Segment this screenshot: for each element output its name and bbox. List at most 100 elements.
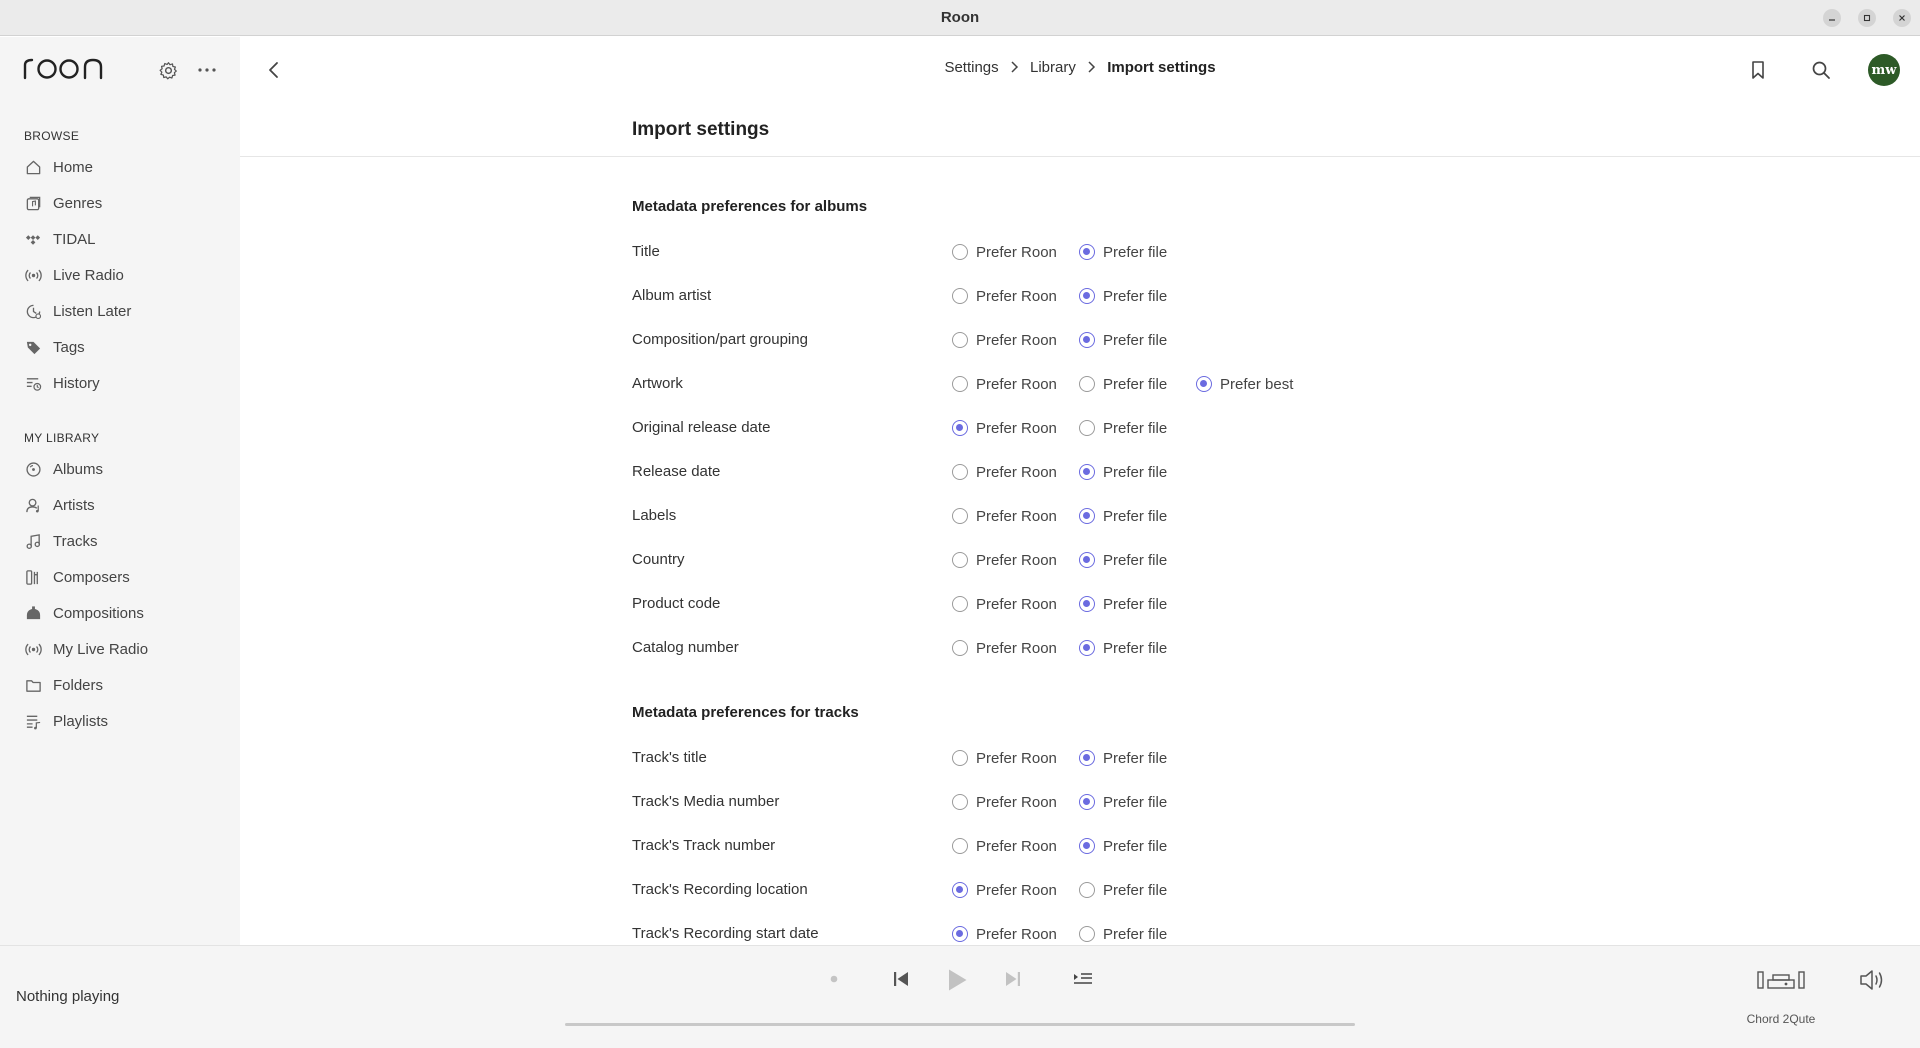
radio-option[interactable]: Prefer Roon (952, 417, 1057, 439)
radio-option[interactable]: Prefer file (1079, 461, 1167, 483)
radio-option[interactable]: Prefer file (1079, 637, 1167, 659)
radio-unselected-icon[interactable] (1079, 376, 1095, 392)
radio-option-label: Prefer best (1220, 375, 1294, 393)
radio-option[interactable]: Prefer Roon (952, 373, 1057, 395)
radio-option[interactable]: Prefer file (1079, 373, 1167, 395)
radio-unselected-icon[interactable] (952, 508, 968, 524)
radio-selected-icon[interactable] (1196, 376, 1212, 392)
radio-unselected-icon[interactable] (1079, 420, 1095, 436)
radio-selected-icon[interactable] (1079, 552, 1095, 568)
radio-selected-icon[interactable] (1079, 332, 1095, 348)
radio-option[interactable]: Prefer file (1079, 505, 1167, 527)
breadcrumb-library[interactable]: Library (1030, 59, 1076, 76)
roon-logo[interactable] (22, 53, 108, 86)
window-title: Roon (940, 9, 980, 26)
radio-option[interactable]: Prefer file (1079, 549, 1167, 571)
radio-unselected-icon[interactable] (952, 332, 968, 348)
sidebar-item-home[interactable]: Home (24, 153, 93, 181)
radio-unselected-icon[interactable] (952, 596, 968, 612)
radio-option[interactable]: Prefer Roon (952, 835, 1057, 857)
radio-option[interactable]: Prefer Roon (952, 329, 1057, 351)
sidebar-item-live-radio[interactable]: Live Radio (24, 261, 124, 289)
radio-option[interactable]: Prefer file (1079, 923, 1167, 945)
radio-option[interactable]: Prefer file (1079, 285, 1167, 307)
zone-button[interactable] (1755, 966, 1807, 994)
play-button[interactable] (943, 966, 971, 994)
queue-button[interactable] (1072, 968, 1094, 990)
breadcrumb-settings[interactable]: Settings (944, 59, 998, 76)
radio-selected-icon[interactable] (1079, 750, 1095, 766)
sidebar-item-listen-later[interactable]: Listen Later (24, 297, 131, 325)
sidebar-item-tidal[interactable]: TIDAL (24, 225, 96, 253)
radio-unselected-icon[interactable] (952, 640, 968, 656)
radio-option[interactable]: Prefer Roon (952, 593, 1057, 615)
shuffle-dot-button[interactable] (829, 974, 839, 984)
avatar[interactable]: mw (1868, 54, 1900, 86)
sidebar-item-label: Genres (53, 194, 103, 212)
radio-option[interactable]: Prefer Roon (952, 637, 1057, 659)
radio-option[interactable]: Prefer Roon (952, 285, 1057, 307)
radio-option[interactable]: Prefer Roon (952, 549, 1057, 571)
radio-unselected-icon[interactable] (952, 794, 968, 810)
sidebar-item-genres[interactable]: Genres (24, 189, 102, 217)
volume-button[interactable] (1856, 966, 1890, 994)
radio-option[interactable]: Prefer Roon (952, 879, 1057, 901)
radio-unselected-icon[interactable] (1079, 882, 1095, 898)
radio-selected-icon[interactable] (1079, 464, 1095, 480)
sidebar-item-composers[interactable]: Composers (24, 563, 130, 591)
sidebar-item-tags[interactable]: Tags (24, 333, 85, 361)
radio-selected-icon[interactable] (1079, 838, 1095, 854)
radio-selected-icon[interactable] (1079, 596, 1095, 612)
sidebar-item-folders[interactable]: Folders (24, 671, 103, 699)
radio-selected-icon[interactable] (1079, 794, 1095, 810)
sidebar-item-playlists[interactable]: Playlists (24, 707, 108, 735)
radio-option-label: Prefer file (1103, 749, 1168, 767)
sidebar-item-artists[interactable]: Artists (24, 491, 95, 519)
radio-option[interactable]: Prefer Roon (952, 505, 1057, 527)
radio-option[interactable]: Prefer file (1079, 329, 1167, 351)
radio-option[interactable]: Prefer Roon (952, 923, 1057, 945)
radio-selected-icon[interactable] (1079, 288, 1095, 304)
radio-option[interactable]: Prefer Roon (952, 747, 1057, 769)
more-options-button[interactable] (196, 59, 218, 81)
radio-option[interactable]: Prefer file (1079, 747, 1167, 769)
sidebar-item-history[interactable]: History (24, 369, 100, 397)
radio-unselected-icon[interactable] (952, 376, 968, 392)
radio-option[interactable]: Prefer Roon (952, 791, 1057, 813)
minimize-button[interactable] (1823, 9, 1841, 27)
sidebar-item-compositions[interactable]: Compositions (24, 599, 144, 627)
sidebar-item-tracks[interactable]: Tracks (24, 527, 97, 555)
radio-option[interactable]: Prefer file (1079, 241, 1167, 263)
close-button[interactable] (1893, 9, 1911, 27)
radio-selected-icon[interactable] (952, 926, 968, 942)
radio-unselected-icon[interactable] (952, 288, 968, 304)
search-button[interactable] (1809, 58, 1833, 82)
radio-selected-icon[interactable] (1079, 640, 1095, 656)
sidebar-item-albums[interactable]: Albums (24, 455, 103, 483)
radio-unselected-icon[interactable] (952, 838, 968, 854)
radio-option[interactable]: Prefer best (1196, 373, 1293, 395)
radio-selected-icon[interactable] (952, 420, 968, 436)
radio-option[interactable]: Prefer Roon (952, 241, 1057, 263)
radio-unselected-icon[interactable] (952, 552, 968, 568)
radio-option[interactable]: Prefer file (1079, 791, 1167, 813)
radio-option[interactable]: Prefer Roon (952, 461, 1057, 483)
radio-selected-icon[interactable] (952, 882, 968, 898)
radio-unselected-icon[interactable] (1079, 926, 1095, 942)
radio-selected-icon[interactable] (1079, 508, 1095, 524)
radio-unselected-icon[interactable] (952, 244, 968, 260)
bookmark-button[interactable] (1746, 58, 1770, 82)
radio-option[interactable]: Prefer file (1079, 593, 1167, 615)
radio-option[interactable]: Prefer file (1079, 835, 1167, 857)
previous-track-button[interactable] (890, 968, 912, 990)
radio-option[interactable]: Prefer file (1079, 879, 1167, 901)
seek-bar[interactable] (565, 1023, 1355, 1026)
radio-unselected-icon[interactable] (952, 750, 968, 766)
radio-selected-icon[interactable] (1079, 244, 1095, 260)
sidebar-item-my-live-radio[interactable]: My Live Radio (24, 635, 148, 663)
next-track-button[interactable] (1002, 968, 1024, 990)
radio-option[interactable]: Prefer file (1079, 417, 1167, 439)
settings-gear-button[interactable] (157, 59, 179, 81)
radio-unselected-icon[interactable] (952, 464, 968, 480)
maximize-button[interactable] (1858, 9, 1876, 27)
